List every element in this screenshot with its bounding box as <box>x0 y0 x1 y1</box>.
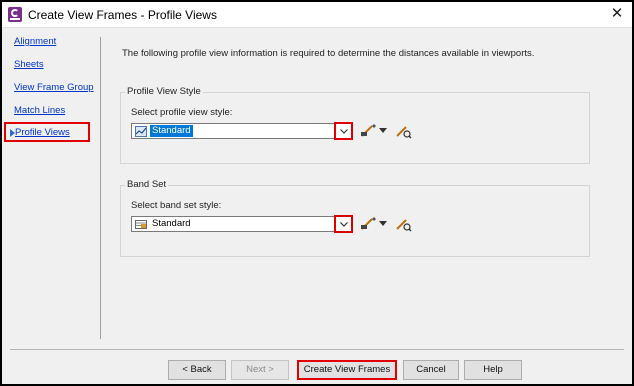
group-title: Band Set <box>125 179 169 190</box>
dialog-window: Create View Frames - Profile Views ✕ Ali… <box>0 0 634 386</box>
sidebar-item-view-frame-group[interactable]: View Frame Group <box>14 82 94 93</box>
sidebar-divider <box>100 37 101 339</box>
chevron-down-icon[interactable] <box>334 215 353 233</box>
sidebar-item-alignment[interactable]: Alignment <box>14 36 56 47</box>
field-label: Select profile view style: <box>131 107 233 118</box>
pick-from-drawing-button[interactable] <box>395 123 413 139</box>
sidebar-item-match-lines[interactable]: Match Lines <box>14 105 65 116</box>
field-label: Select band set style: <box>131 200 222 211</box>
intro-text: The following profile view information i… <box>122 48 535 59</box>
sidebar-item-sheets[interactable]: Sheets <box>14 59 44 70</box>
sidebar-item-profile-views[interactable]: Profile Views <box>4 122 90 142</box>
next-button[interactable]: Next > <box>231 360 289 380</box>
chevron-down-icon[interactable] <box>334 122 353 140</box>
title-bar[interactable]: Create View Frames - Profile Views ✕ <box>2 2 632 28</box>
edit-style-button[interactable] <box>359 123 389 139</box>
close-icon[interactable]: ✕ <box>606 4 628 24</box>
footer-divider <box>10 349 624 350</box>
dropdown-arrow-icon <box>379 128 387 133</box>
edit-style-button[interactable] <box>359 216 389 232</box>
window-title: Create View Frames - Profile Views <box>28 8 217 22</box>
band-set-icon <box>135 219 147 229</box>
wizard-nav: Alignment Sheets View Frame Group Match … <box>2 29 100 341</box>
back-button[interactable]: < Back <box>168 360 226 380</box>
band-set-group: Band Set Select band set style: Standard <box>120 179 590 257</box>
create-view-frames-button[interactable]: Create View Frames <box>297 360 397 380</box>
group-title: Profile View Style <box>125 86 203 97</box>
dropdown-arrow-icon <box>379 221 387 226</box>
pick-from-drawing-button[interactable] <box>395 216 413 232</box>
profile-view-style-icon <box>135 126 147 137</box>
selected-value: Standard <box>150 125 193 137</box>
profile-view-style-group: Profile View Style Select profile view s… <box>120 86 590 164</box>
cancel-button[interactable]: Cancel <box>403 360 459 380</box>
sidebar-item-label: Profile Views <box>15 127 70 138</box>
edit-style-icon <box>361 217 376 230</box>
civil3d-app-icon <box>8 7 22 22</box>
help-button[interactable]: Help <box>464 360 522 380</box>
selected-value: Standard <box>152 218 191 229</box>
pick-from-drawing-icon <box>396 126 412 139</box>
edit-style-icon <box>361 124 376 137</box>
profile-view-style-select[interactable]: Standard <box>131 122 353 140</box>
pick-from-drawing-icon <box>396 219 412 232</box>
band-set-style-select[interactable]: Standard <box>131 215 353 233</box>
